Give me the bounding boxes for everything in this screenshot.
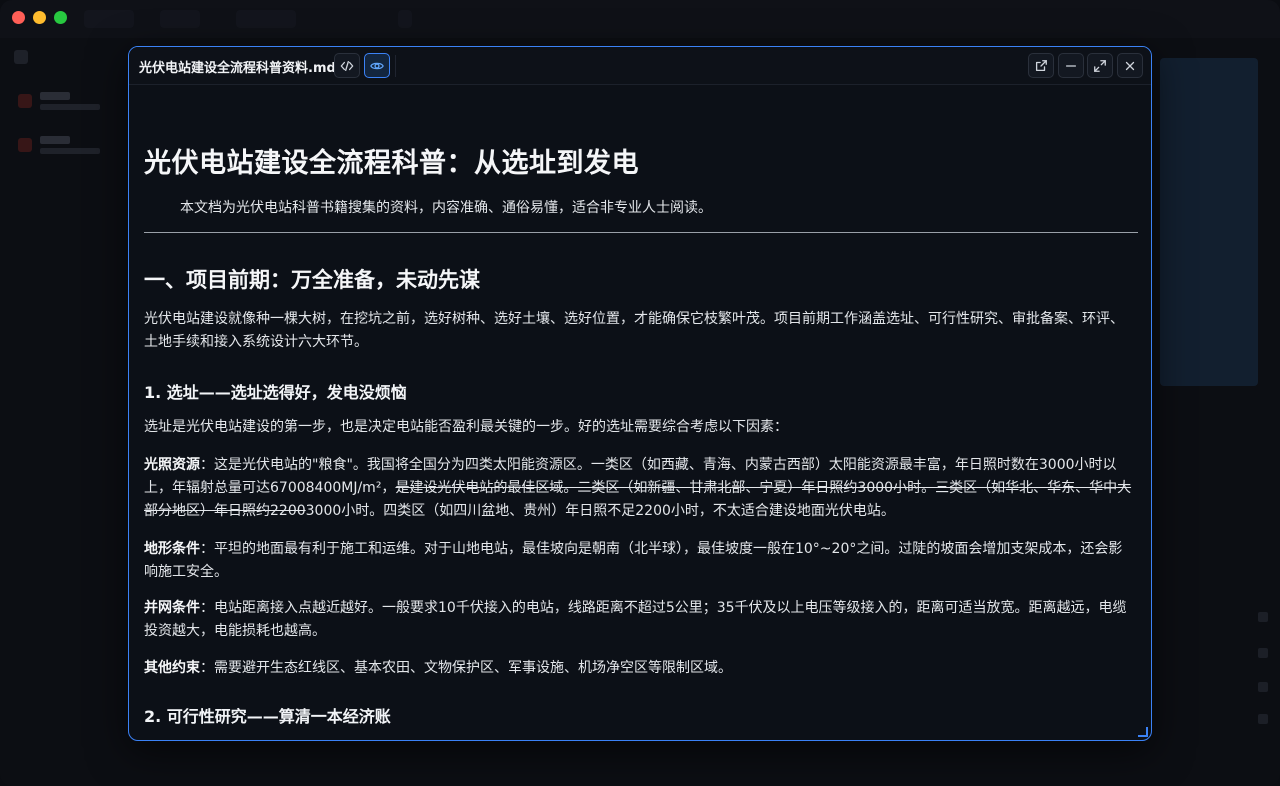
background-panel [1160,58,1258,386]
subsection-heading: 1. 选址——选址选得好，发电没烦恼 [144,383,407,402]
background-icon [1258,682,1268,692]
grid-text: ：电站距离接入点越近越好。一般要求10千伏接入的电站，线路距离不超过5公里；35… [144,600,1127,639]
other-constraints-paragraph: 其他约束：需要避开生态红线区、基本农田、文物保护区、军事设施、机场净空区等限制区… [144,657,1136,680]
minimize-icon [1065,64,1077,67]
terrain-label: 地形条件 [144,541,200,557]
background-icon [1258,648,1268,658]
document-intro: 本文档为光伏电站科普书籍搜集的资料，内容准确、通俗易懂，适合非专业人士阅读。 [180,200,712,216]
terrain-paragraph: 地形条件：平坦的地面最有利于施工和运维。对于山地电站，最佳坡向是朝南（北半球），… [144,538,1136,584]
resize-handle[interactable] [1138,727,1148,737]
preview-view-button[interactable] [364,53,390,78]
light-resource-text-end: 3000小时。四类区（如四川盆地、贵州）年日照不足2200小时，不太适合建设地面… [305,503,895,519]
window-zoom-button[interactable] [54,11,67,24]
close-button[interactable] [1117,53,1143,78]
background-icon [1258,714,1268,724]
open-external-button[interactable] [1028,53,1054,78]
other-constraints-label: 其他约束 [144,660,200,676]
subsection-paragraph: 选址是光伏电站建设的第一步，也是决定电站能否盈利最关键的一步。好的选址需要综合考… [144,419,788,435]
markdown-preview-window: 光伏电站建设全流程科普资料.md 光伏电站建设全流程科普：从选址到发电 本文档为… [128,46,1152,741]
subsection-heading: 2. 可行性研究——算清一本经济账 [144,707,391,726]
file-name: 光伏电站建设全流程科普资料.md [139,61,336,76]
window-close-button[interactable] [12,11,25,24]
terrain-text: ：平坦的地面最有利于施工和运维。对于山地电站，最佳坡向是朝南（北半球），最佳坡度… [144,541,1123,580]
maximize-icon [1094,59,1106,72]
maximize-button[interactable] [1087,53,1113,78]
document-title: 光伏电站建设全流程科普：从选址到发电 [144,148,639,179]
background-sidebar-item [18,90,100,116]
markdown-content: 光伏电站建设全流程科普：从选址到发电 本文档为光伏电站科普书籍搜集的资料，内容准… [144,86,1138,736]
close-icon [1125,61,1135,70]
light-resource-label: 光照资源 [144,457,200,473]
background-sidebar-item [18,134,100,160]
header-divider [395,55,396,77]
minimize-button[interactable] [1058,53,1084,78]
window-minimize-button[interactable] [33,11,46,24]
grid-paragraph: 并网条件：电站距离接入点越近越好。一般要求10千伏接入的电站，线路距离不超过5公… [144,597,1136,643]
source-view-button[interactable] [334,53,360,78]
code-icon [340,60,354,71]
background-tab [84,10,134,28]
section-heading: 一、项目前期：万全准备，未动先谋 [144,268,480,292]
preview-header: 光伏电站建设全流程科普资料.md [129,47,1151,85]
section-paragraph: 光伏电站建设就像种一棵大树，在挖坑之前，选好树种、选好土壤、选好位置，才能确保它… [144,311,1124,350]
background-icon [1258,612,1268,622]
background-tab [398,10,412,28]
background-tab [160,10,200,28]
horizontal-rule [144,232,1138,233]
external-link-icon [1035,59,1047,71]
home-icon [14,50,28,64]
background-tab [236,10,296,28]
other-constraints-text: ：需要避开生态红线区、基本农田、文物保护区、军事设施、机场净空区等限制区域。 [200,660,732,676]
grid-label: 并网条件 [144,600,200,616]
light-resource-paragraph: 光照资源：这是光伏电站的"粮食"。我国将全国分为四类太阳能资源区。一类区（如西藏… [144,454,1136,523]
eye-icon [370,62,384,69]
